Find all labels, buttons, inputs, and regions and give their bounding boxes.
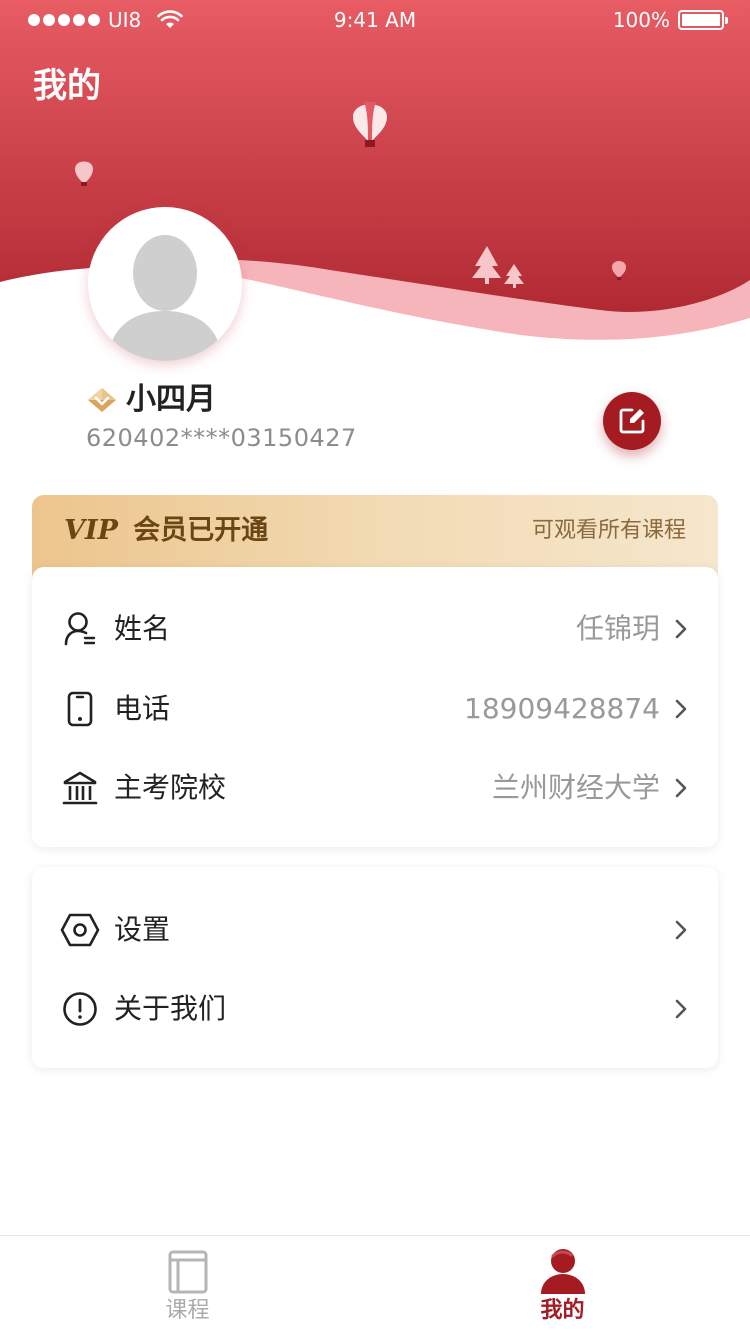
school-icon [60, 768, 100, 808]
bottom-tab-bar: 课程 我的 [0, 1235, 750, 1334]
profile-person-icon [540, 1249, 585, 1294]
vip-benefit: 可观看所有课程 [531, 518, 686, 543]
course-book-icon [168, 1250, 207, 1294]
name-row: 小四月 [86, 380, 357, 420]
chevron-right-icon [675, 999, 687, 1019]
chevron-right-icon [675, 778, 687, 798]
chevron-right-icon [675, 619, 687, 639]
info-row-value: 18909428874 [464, 692, 660, 725]
battery-icon [678, 10, 728, 30]
settings-card: 设置 关于我们 [32, 867, 718, 1068]
settings-icon [60, 910, 100, 950]
tab-mine[interactable]: 我的 [375, 1236, 750, 1334]
default-avatar-icon [88, 207, 242, 361]
phone-icon [60, 689, 100, 729]
info-row-label: 电话 [114, 692, 171, 725]
settings-row-settings[interactable]: 设置 [32, 890, 718, 970]
vip-tag: VIP [64, 515, 118, 546]
tab-label: 我的 [540, 1298, 585, 1323]
personal-info-card: 姓名 任锦玥 电话 18909428874 主考院校 兰州财经大学 [32, 567, 718, 847]
info-row-label: 姓名 [114, 612, 171, 645]
status-bar: UI8 9:41 AM 100% [0, 0, 750, 40]
edit-icon [619, 408, 645, 434]
status-right: 100% [612, 8, 728, 32]
user-name: 小四月 [126, 382, 216, 417]
vip-status-text: 会员已开通 [133, 515, 269, 546]
info-row-phone[interactable]: 电话 18909428874 [32, 669, 718, 749]
settings-row-label: 关于我们 [114, 992, 227, 1025]
tab-label: 课程 [165, 1298, 210, 1323]
edit-profile-button[interactable] [603, 392, 661, 450]
vip-diamond-icon [88, 388, 116, 412]
avatar[interactable] [88, 207, 242, 361]
user-info: 小四月 620402****03150427 [86, 380, 357, 454]
settings-row-about[interactable]: 关于我们 [32, 969, 718, 1049]
settings-row-label: 设置 [114, 913, 171, 946]
tab-courses[interactable]: 课程 [0, 1236, 375, 1334]
info-row-value: 任锦玥 [575, 612, 660, 645]
info-row-label: 主考院校 [114, 771, 227, 804]
battery-percent: 100% [612, 8, 670, 32]
chevron-right-icon [675, 699, 687, 719]
vip-status: VIP 会员已开通 [64, 511, 268, 551]
info-icon [60, 989, 100, 1029]
user-icon [60, 609, 100, 649]
info-row-school[interactable]: 主考院校 兰州财经大学 [32, 748, 718, 828]
user-id-number: 620402****03150427 [86, 424, 357, 452]
info-row-name[interactable]: 姓名 任锦玥 [32, 589, 718, 669]
page-title: 我的 [33, 66, 101, 106]
chevron-right-icon [675, 920, 687, 940]
info-row-value: 兰州财经大学 [491, 771, 660, 804]
